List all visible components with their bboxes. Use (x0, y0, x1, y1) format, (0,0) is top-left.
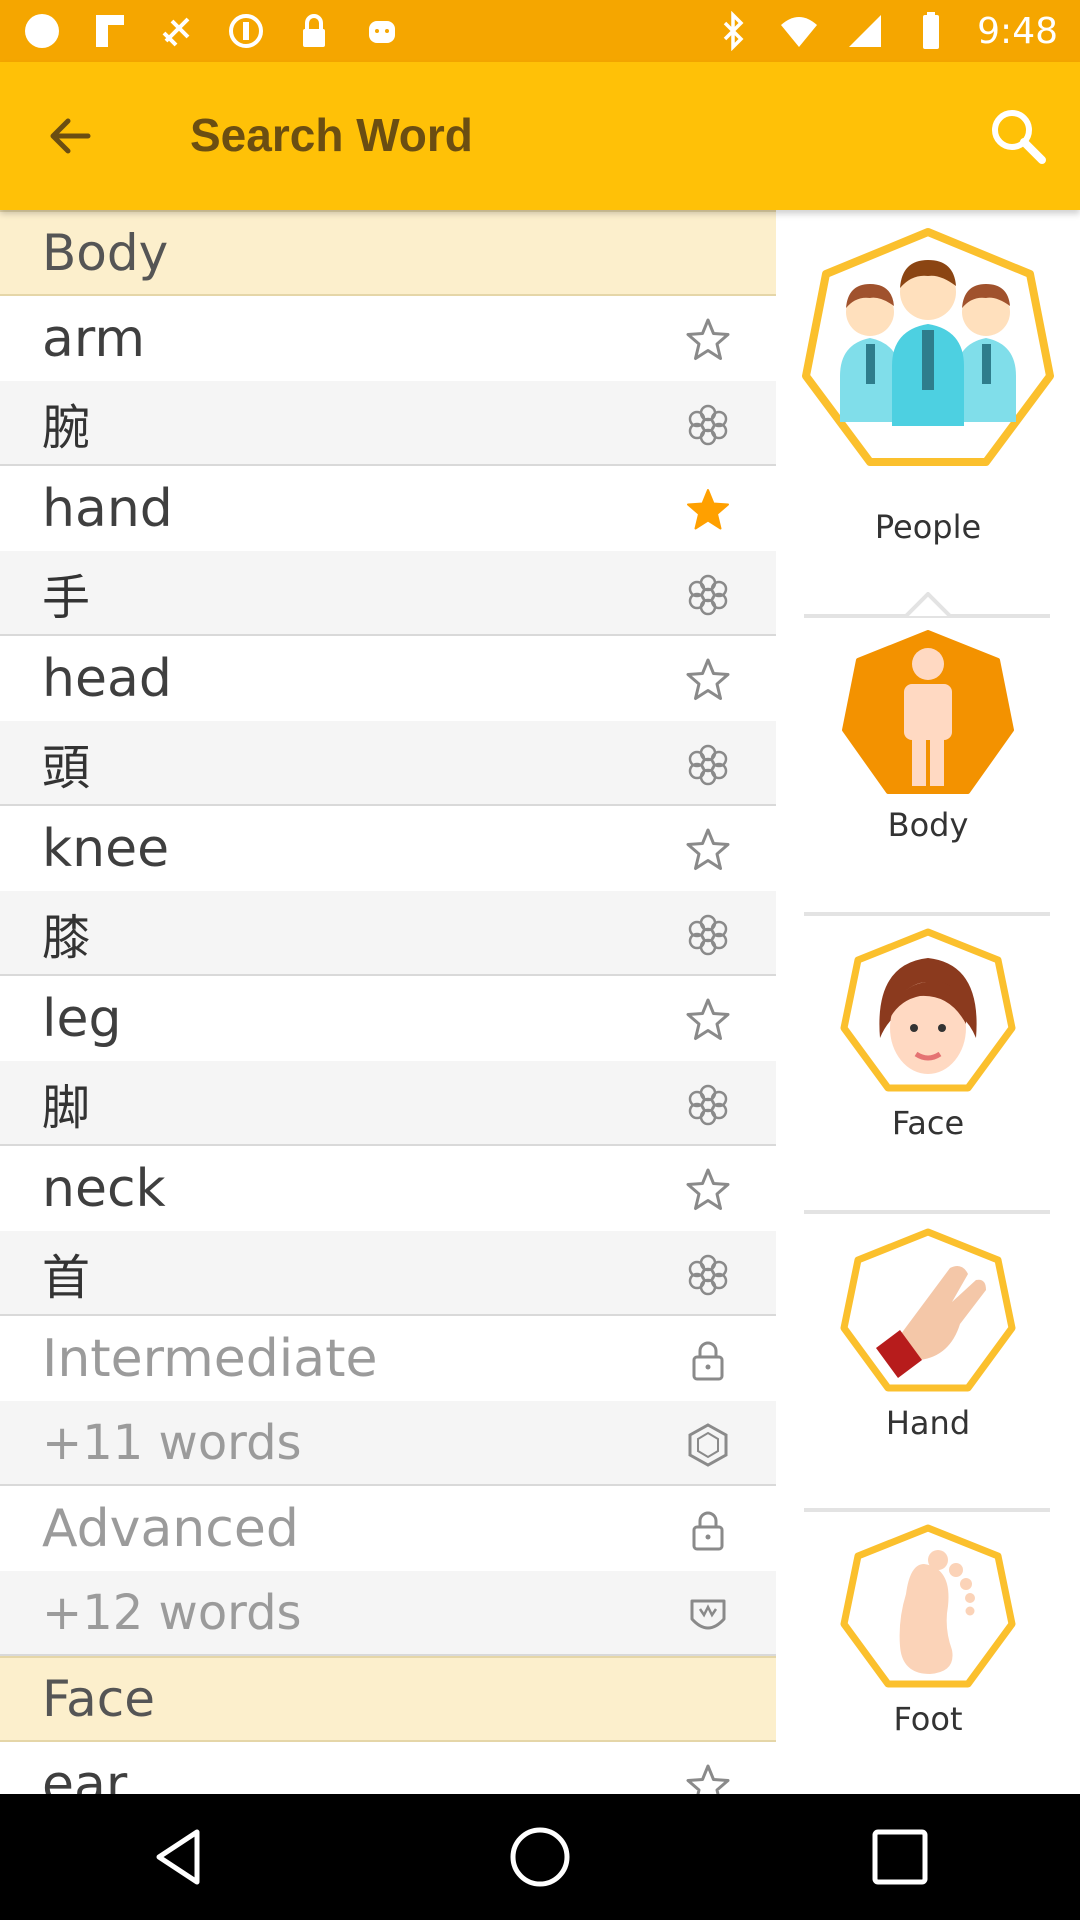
lock-icon (684, 1506, 732, 1554)
word-english: neck (42, 1158, 166, 1219)
word-english: head (42, 648, 172, 709)
word-translation-row[interactable]: 首 (0, 1231, 776, 1316)
nav-home-icon[interactable] (505, 1822, 575, 1892)
category-divider (804, 1210, 1050, 1214)
status-time: 9:48 (977, 10, 1058, 52)
locked-level-row[interactable]: Advanced (0, 1486, 776, 1571)
satellite-icon (162, 17, 190, 47)
word-translation-row[interactable]: 膝 (0, 891, 776, 976)
word-english: leg (42, 988, 122, 1049)
level-name: Advanced (42, 1498, 299, 1559)
word-translation-row[interactable]: 脚 (0, 1061, 776, 1146)
face-icon (840, 928, 1016, 1092)
locked-count-row[interactable]: +12 words (0, 1571, 776, 1656)
category-divider (804, 1508, 1050, 1512)
category-label: Foot (893, 1700, 963, 1738)
word-translation-row[interactable]: 腕 (0, 381, 776, 466)
category-foot[interactable]: Foot (776, 1518, 1080, 1794)
flower-icon (684, 401, 732, 449)
category-people[interactable]: People (776, 210, 1080, 546)
word-list[interactable]: Body arm 腕 hand 手 head 頭 knee 膝 leg 脚 ne… (0, 210, 776, 1794)
app-bar: Search Word (0, 62, 1080, 210)
word-english: knee (42, 818, 170, 879)
word-translation-row[interactable]: 手 (0, 551, 776, 636)
people-icon (802, 228, 1054, 466)
flower-icon (684, 571, 732, 619)
word-japanese: 膝 (42, 909, 91, 966)
search-icon[interactable] (986, 104, 1050, 168)
category-label: Hand (885, 1404, 971, 1442)
word-translation-row[interactable]: 頭 (0, 721, 776, 806)
nav-recents-icon[interactable] (865, 1822, 935, 1892)
locked-word-count: +11 words (42, 1414, 302, 1471)
category-sidebar[interactable]: People Body Face Hand Foot (776, 210, 1080, 1794)
bluetooth-icon (723, 11, 744, 51)
category-body[interactable]: Body (776, 620, 1080, 910)
word-japanese: 腕 (42, 399, 91, 456)
category-label: Body (887, 806, 969, 844)
status-bar: 9:48 (0, 0, 1080, 62)
nav-back-icon[interactable] (145, 1822, 215, 1892)
word-japanese: 首 (42, 1249, 91, 1306)
coin-icon (229, 14, 263, 48)
word-english: hand (42, 478, 173, 539)
category-label: Face (891, 1104, 965, 1142)
word-row[interactable]: neck (0, 1146, 776, 1231)
locked-count-row[interactable]: +11 words (0, 1401, 776, 1486)
word-row[interactable]: arm (0, 296, 776, 381)
star-filled-icon[interactable] (684, 486, 732, 534)
star-outline-icon[interactable] (684, 1166, 732, 1214)
back-arrow-icon[interactable] (40, 106, 100, 166)
trophy-badge-icon (684, 1591, 732, 1639)
star-outline-icon[interactable] (684, 1762, 732, 1794)
word-row[interactable]: ear (0, 1742, 776, 1794)
section-header-body: Body (0, 210, 776, 296)
word-row[interactable]: knee (0, 806, 776, 891)
section-title: Body (42, 224, 169, 282)
foot-icon (840, 1524, 1016, 1688)
wifi-icon (781, 17, 818, 47)
page-title: Search Word (190, 109, 473, 161)
word-english: ear (42, 1754, 128, 1795)
hexagon-badge-icon (684, 1421, 732, 1469)
body-icon (842, 630, 1014, 794)
notification-dot-icon (25, 14, 59, 48)
locked-word-count: +12 words (42, 1584, 302, 1641)
system-nav-bar (0, 1794, 1080, 1920)
word-english: arm (42, 308, 145, 369)
category-label: People (874, 508, 982, 546)
star-outline-icon[interactable] (684, 826, 732, 874)
word-row[interactable]: hand (0, 466, 776, 551)
level-name: Intermediate (42, 1328, 378, 1389)
locked-level-row[interactable]: Intermediate (0, 1316, 776, 1401)
category-face[interactable]: Face (776, 920, 1080, 1210)
section-header-face: Face (0, 1656, 776, 1742)
section-title: Face (42, 1670, 156, 1728)
word-japanese: 頭 (42, 739, 91, 796)
word-row[interactable]: head (0, 636, 776, 721)
star-outline-icon[interactable] (684, 316, 732, 364)
star-outline-icon[interactable] (684, 656, 732, 704)
signal-icon (849, 15, 882, 47)
word-japanese: 脚 (42, 1079, 91, 1136)
hand-icon (840, 1228, 1016, 1392)
flower-icon (684, 911, 732, 959)
android-icon (369, 21, 395, 43)
flower-icon (684, 1081, 732, 1129)
flipboard-icon (96, 15, 124, 47)
lock-status-icon (303, 14, 325, 47)
word-japanese: 手 (42, 569, 91, 626)
flower-icon (684, 1251, 732, 1299)
battery-icon (923, 12, 940, 49)
word-row[interactable]: leg (0, 976, 776, 1061)
category-hand[interactable]: Hand (776, 1220, 1080, 1510)
star-outline-icon[interactable] (684, 996, 732, 1044)
selection-caret-icon (904, 592, 952, 618)
lock-icon (684, 1336, 732, 1384)
category-divider (804, 912, 1050, 916)
flower-icon (684, 741, 732, 789)
